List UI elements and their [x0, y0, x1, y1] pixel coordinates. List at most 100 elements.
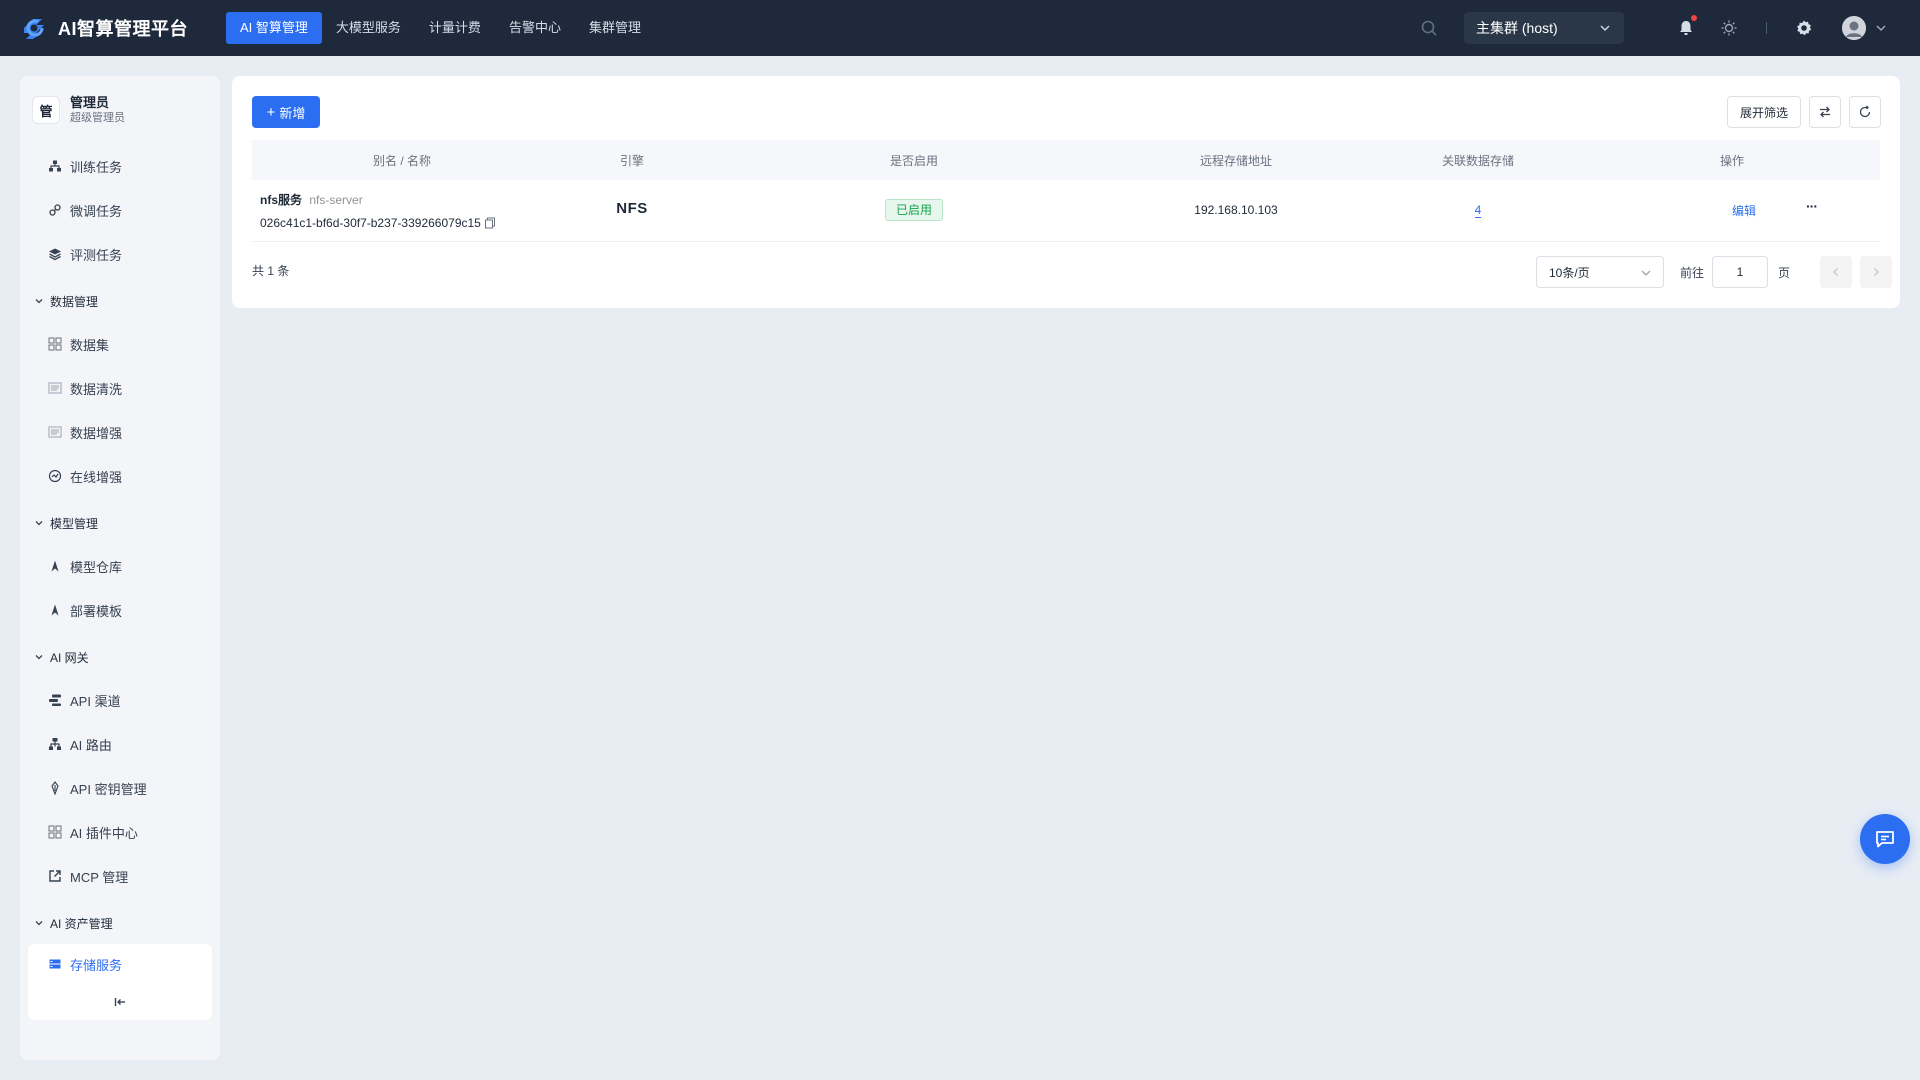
- sidebar-item-api-channels[interactable]: API 渠道: [20, 678, 220, 722]
- nav-llm-service[interactable]: 大模型服务: [322, 12, 415, 44]
- address-cell: 192.168.10.103: [1116, 203, 1356, 217]
- sidebar-item-eval-tasks[interactable]: 评测任务: [20, 232, 220, 276]
- compass-icon: [51, 560, 59, 572]
- sidebar-item-datasets[interactable]: 数据集: [20, 322, 220, 366]
- sidebar-item-label: AI 插件中心: [70, 825, 138, 841]
- column-header-linked-storage: 关联数据存储: [1441, 153, 1514, 168]
- sitemap-icon: [49, 160, 61, 172]
- storage-uuid-row: 026c41c1-bf6d-30f7-b237-339266079c15: [260, 216, 496, 230]
- sidebar-item-training-tasks[interactable]: 训练任务: [20, 144, 220, 188]
- user-card: 管 管理员 超级管理员: [20, 90, 220, 130]
- edit-link[interactable]: 编辑: [1732, 204, 1756, 218]
- chevron-down-icon[interactable]: [1874, 21, 1888, 35]
- route-icon: [49, 738, 61, 750]
- sidebar-item-data-augmentation[interactable]: 数据增强: [20, 410, 220, 454]
- sidebar-item-deploy-templates[interactable]: 部署模板: [20, 588, 220, 632]
- sidebar-item-ai-plugins[interactable]: AI 插件中心: [20, 810, 220, 854]
- sidebar-group-ai-gateway[interactable]: AI 网关: [20, 636, 220, 678]
- add-button[interactable]: + 新增: [252, 96, 320, 128]
- sidebar-group-ai-asset-management[interactable]: AI 资产管理: [20, 902, 220, 944]
- page-size-select[interactable]: 10条/页: [1536, 256, 1664, 288]
- expand-filter-button[interactable]: 展开筛选: [1727, 96, 1801, 128]
- user-name: 管理员: [70, 95, 110, 110]
- column-header-engine: 引擎: [619, 153, 644, 168]
- brand-name: AI智算管理平台: [58, 19, 188, 39]
- storage-name: nfs-server: [309, 193, 363, 207]
- sidebar-item-data-cleaning[interactable]: 数据清洗: [20, 366, 220, 410]
- nav-billing[interactable]: 计量计费: [415, 12, 495, 44]
- list-icon: [48, 382, 62, 394]
- sidebar-item-online-augmentation[interactable]: 在线增强: [20, 454, 220, 498]
- swap-icon: [1820, 106, 1830, 118]
- sidebar-group-model-management[interactable]: 模型管理: [20, 502, 220, 544]
- cluster-select[interactable]: 主集群 (host): [1464, 12, 1624, 44]
- nav-alert-center[interactable]: 告警中心: [495, 12, 575, 44]
- sidebar-collapse-button[interactable]: [28, 984, 212, 1020]
- sidebar-item-api-keys[interactable]: API 密钥管理: [20, 766, 220, 810]
- sidebar-item-label: 数据清洗: [70, 381, 123, 397]
- prev-page-button[interactable]: [1820, 256, 1852, 288]
- brand[interactable]: AI智算管理平台: [20, 13, 206, 43]
- storage-services-panel: + 新增 展开筛选 别名 / 名称 引擎 是否启用 远程存储地址 关联数据存储 …: [232, 76, 1900, 308]
- refresh-button[interactable]: [1849, 96, 1881, 128]
- column-header-remote-address: 远程存储地址: [1199, 153, 1272, 168]
- sidebar-item-mcp-management[interactable]: MCP 管理: [20, 854, 220, 898]
- cluster-select-value: 主集群 (host): [1476, 20, 1558, 36]
- chat-assistant-button[interactable]: [1860, 814, 1910, 864]
- chevron-down-icon: [35, 299, 43, 304]
- nav-cluster-management[interactable]: 集群管理: [575, 12, 655, 44]
- storage-alias: nfs服务: [260, 193, 303, 207]
- linked-storage-count[interactable]: 4: [1474, 203, 1482, 218]
- logo-icon: [24, 19, 44, 39]
- table-header: 别名 / 名称 引擎 是否启用 远程存储地址 关联数据存储 操作: [252, 140, 1880, 180]
- user-avatar: 管: [32, 96, 60, 124]
- chevron-down-icon: [35, 921, 43, 926]
- avatar[interactable]: [1842, 16, 1866, 40]
- page-size-value: 10条/页: [1549, 265, 1590, 280]
- grid-icon: [48, 337, 62, 351]
- sidebar-item-label: 模型仓库: [70, 559, 123, 575]
- sidebar-item-finetune-tasks[interactable]: 微调任务: [20, 188, 220, 232]
- column-header-alias-name: 别名 / 名称: [372, 153, 431, 168]
- sidebar: 管 管理员 超级管理员 训练任务 微调任务 评测任务 数据管理 数据集 数据清洗…: [20, 76, 220, 1060]
- layers-icon: [49, 248, 61, 261]
- sidebar-item-storage-services[interactable]: 存储服务: [28, 944, 212, 984]
- main-nav: AI 智算管理 大模型服务 计量计费 告警中心 集群管理: [226, 12, 655, 44]
- column-settings-button[interactable]: [1809, 96, 1841, 128]
- sidebar-item-label: API 密钥管理: [70, 781, 147, 797]
- chevron-down-icon: [35, 655, 43, 660]
- next-page-button[interactable]: [1860, 256, 1892, 288]
- goto-page-input[interactable]: [1712, 256, 1768, 288]
- gear-icon[interactable]: [1794, 18, 1814, 38]
- remote-address: 192.168.10.103: [1194, 203, 1278, 217]
- column-header-enabled: 是否启用: [889, 153, 938, 168]
- alias-name-cell: nfs服务 nfs-server 026c41c1-bf6d-30f7-b237…: [260, 191, 496, 230]
- sidebar-group-title: 模型管理: [50, 516, 99, 531]
- sidebar-group-data-management[interactable]: 数据管理: [20, 280, 220, 322]
- link-icon: [49, 204, 61, 216]
- external-link-icon: [49, 870, 61, 882]
- enabled-cell: 已启用: [712, 199, 1116, 221]
- gauge-icon: [48, 469, 62, 483]
- user-info: 管理员 超级管理员: [70, 95, 125, 125]
- sidebar-item-label: 数据增强: [70, 425, 123, 441]
- chevron-down-icon: [1641, 270, 1651, 276]
- copy-icon[interactable]: [484, 217, 496, 229]
- total-count: 共 1 条: [252, 264, 290, 278]
- chevron-right-icon: [1874, 268, 1879, 276]
- sidebar-item-ai-routing[interactable]: AI 路由: [20, 722, 220, 766]
- sidebar-group-title: AI 网关: [50, 650, 89, 665]
- nav-ai-compute[interactable]: AI 智算管理: [226, 12, 322, 44]
- sidebar-item-label: 存储服务: [70, 957, 123, 973]
- more-actions-button[interactable]: ···: [1806, 198, 1818, 214]
- storage-uuid: 026c41c1-bf6d-30f7-b237-339266079c15: [260, 216, 481, 230]
- search-icon[interactable]: [1420, 19, 1438, 37]
- bell-icon[interactable]: [1676, 18, 1696, 38]
- compass-icon: [51, 604, 59, 616]
- sidebar-item-model-repository[interactable]: 模型仓库: [20, 544, 220, 588]
- topbar-divider: [1766, 22, 1767, 34]
- refresh-icon: [1859, 105, 1871, 118]
- sun-icon[interactable]: [1719, 18, 1739, 38]
- engine-cell: NFS: [552, 200, 712, 217]
- sidebar-group-title: 数据管理: [50, 294, 99, 309]
